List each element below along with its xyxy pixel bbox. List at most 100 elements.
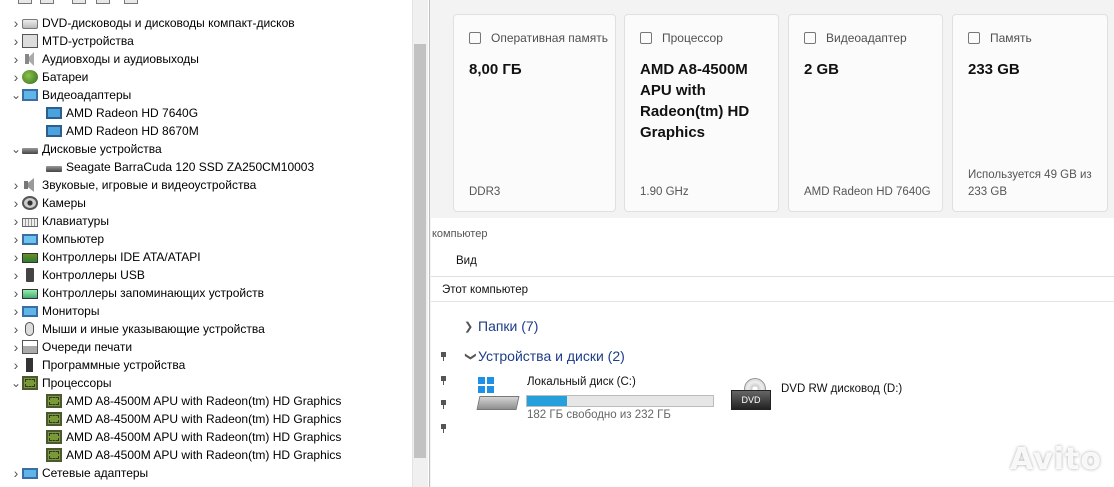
drive-c[interactable]: Локальный диск (C:) 182 ГБ свободно из 2…: [475, 374, 725, 424]
pin-icon[interactable]: [439, 424, 448, 433]
ssd-icon: [46, 166, 62, 172]
tree-device[interactable]: AMD A8-4500M APU with Radeon(tm) HD Grap…: [0, 446, 410, 464]
menu-view[interactable]: Вид: [456, 255, 477, 267]
software-device-icon: [26, 358, 33, 372]
tree-device-label: AMD A8-4500M APU with Radeon(tm) HD Grap…: [66, 430, 342, 444]
tree-category[interactable]: ⌄ Дисковые устройства: [0, 140, 410, 158]
toolbar-button-icon[interactable]: [72, 0, 86, 4]
tree-category-label: Клавиатуры: [42, 214, 109, 228]
network-adapter-icon: [22, 467, 38, 479]
tree-category[interactable]: › Контроллеры запоминающих устройств: [0, 284, 410, 302]
gpu-icon: [46, 107, 62, 119]
tree-category-label: DVD-дисководы и дисководы компакт-дисков: [42, 16, 295, 30]
address-bar[interactable]: Этот компьютер: [442, 284, 528, 296]
tree-category[interactable]: › Аудиовходы и аудиовыходы: [0, 50, 410, 68]
chevron-right-icon[interactable]: ›: [10, 68, 22, 86]
processor-icon: [640, 32, 652, 44]
chevron-right-icon[interactable]: ›: [10, 194, 22, 212]
chevron-right-icon[interactable]: ›: [10, 356, 22, 374]
tree-category-label: Контроллеры IDE ATA/ATAPI: [42, 250, 201, 264]
card-cpu: Процессор AMD A8-4500M APU with Radeon(t…: [624, 14, 779, 212]
tree-category[interactable]: › DVD-дисководы и дисководы компакт-диско…: [0, 14, 410, 32]
tree-category[interactable]: › Контроллеры USB: [0, 266, 410, 284]
tree-category[interactable]: ⌄ Процессоры: [0, 374, 410, 392]
chevron-right-icon[interactable]: ›: [10, 284, 22, 302]
toolbar: [0, 0, 429, 6]
chevron-right-icon[interactable]: ›: [10, 338, 22, 356]
tree-category[interactable]: › Очереди печати: [0, 338, 410, 356]
chevron-right-icon[interactable]: ›: [10, 176, 22, 194]
card-footer: 1.90 GHz: [640, 186, 689, 198]
tree-category[interactable]: › Мониторы: [0, 302, 410, 320]
tree-category[interactable]: › Контроллеры IDE ATA/ATAPI: [0, 248, 410, 266]
tree-category-label: Очереди печати: [42, 340, 133, 354]
card-value: 233 GB: [968, 61, 1020, 78]
tree-device[interactable]: AMD Radeon HD 7640G: [0, 104, 410, 122]
tree-device-label: AMD Radeon HD 8670M: [66, 124, 199, 138]
cpu-core-icon: [46, 412, 62, 426]
toolbar-button-icon[interactable]: [124, 0, 138, 4]
tree-device[interactable]: AMD Radeon HD 8670M: [0, 122, 410, 140]
divider: [431, 276, 1114, 277]
display-adapter-icon: [22, 89, 38, 101]
chevron-right-icon[interactable]: ›: [10, 50, 22, 68]
chevron-right-icon[interactable]: ›: [10, 14, 22, 32]
card-ram: Оперативная память 8,00 ГБ DDR3: [453, 14, 616, 212]
card-footer: DDR3: [469, 186, 501, 198]
tree-category[interactable]: › Мыши и иные указывающие устройства: [0, 320, 410, 338]
tree-category-label: Мониторы: [42, 304, 100, 318]
tree-category[interactable]: › Компьютер: [0, 230, 410, 248]
tree-category[interactable]: › Батареи: [0, 68, 410, 86]
cpu-core-icon: [46, 394, 62, 408]
tree-device[interactable]: AMD A8-4500M APU with Radeon(tm) HD Grap…: [0, 410, 410, 428]
tree-category[interactable]: › Камеры: [0, 194, 410, 212]
tree-category-label: Камеры: [42, 196, 86, 210]
camera-icon: [22, 196, 38, 210]
tree-device[interactable]: AMD A8-4500M APU with Radeon(tm) HD Grap…: [0, 392, 410, 410]
chevron-right-icon[interactable]: ›: [10, 302, 22, 320]
tree-category[interactable]: ⌄ Видеоадаптеры: [0, 86, 410, 104]
tree-category-label: Компьютер: [42, 232, 105, 246]
tree-category[interactable]: › Программные устройства: [0, 356, 410, 374]
chevron-right-icon[interactable]: ›: [10, 464, 22, 482]
toolbar-button-icon[interactable]: [96, 0, 110, 4]
pin-icon[interactable]: [439, 376, 448, 385]
group-label: Устройства и диски (2): [478, 348, 625, 364]
tree-category-label: Батареи: [42, 70, 89, 84]
chevron-right-icon[interactable]: ›: [10, 320, 22, 338]
chevron-right-icon[interactable]: ›: [10, 32, 22, 50]
sound-icon: [22, 178, 38, 192]
device-tree: › DVD-дисководы и дисководы компакт-диско…: [0, 14, 410, 482]
tree-device[interactable]: AMD A8-4500M APU with Radeon(tm) HD Grap…: [0, 428, 410, 446]
chevron-down-icon[interactable]: ⌄: [10, 140, 22, 158]
quick-access-pins: [439, 352, 448, 448]
tree-category-label: MTD-устройства: [42, 34, 134, 48]
chevron-right-icon[interactable]: ›: [10, 212, 22, 230]
toolbar-button-icon[interactable]: [40, 0, 54, 4]
toolbar-button-icon[interactable]: [18, 0, 32, 4]
drive-d[interactable]: DVD DVD RW дисковод (D:): [729, 378, 929, 422]
battery-icon: [22, 70, 38, 84]
chevron-right-icon[interactable]: ›: [10, 248, 22, 266]
tree-category[interactable]: › Сетевые адаптеры: [0, 464, 410, 482]
tree-category[interactable]: › Клавиатуры: [0, 212, 410, 230]
tree-device[interactable]: Seagate BarraCuda 120 SSD ZA250CM10003: [0, 158, 410, 176]
tree-device-label: AMD Radeon HD 7640G: [66, 106, 199, 120]
pin-icon[interactable]: [439, 400, 448, 409]
card-value: 2 GB: [804, 61, 840, 78]
group-devices[interactable]: ❯ Устройства и диски (2): [464, 348, 625, 364]
scrollbar-thumb[interactable]: [414, 44, 426, 458]
chevron-right-icon[interactable]: ›: [10, 230, 22, 248]
tree-category[interactable]: › Звуковые, игровые и видеоустройства: [0, 176, 410, 194]
tree-category[interactable]: › MTD-устройства: [0, 32, 410, 50]
tree-device-label: AMD A8-4500M APU with Radeon(tm) HD Grap…: [66, 412, 342, 426]
tree-category-label: Мыши и иные указывающие устройства: [42, 322, 265, 336]
memory-icon: [469, 32, 481, 44]
local-disk-icon: [475, 374, 520, 418]
chevron-down-icon[interactable]: ⌄: [10, 86, 22, 104]
chevron-right-icon[interactable]: ›: [10, 266, 22, 284]
divider: [431, 301, 1114, 302]
pin-icon[interactable]: [439, 352, 448, 361]
chevron-down-icon[interactable]: ⌄: [10, 374, 22, 392]
group-folders[interactable]: ❯ Папки (7): [464, 318, 538, 334]
